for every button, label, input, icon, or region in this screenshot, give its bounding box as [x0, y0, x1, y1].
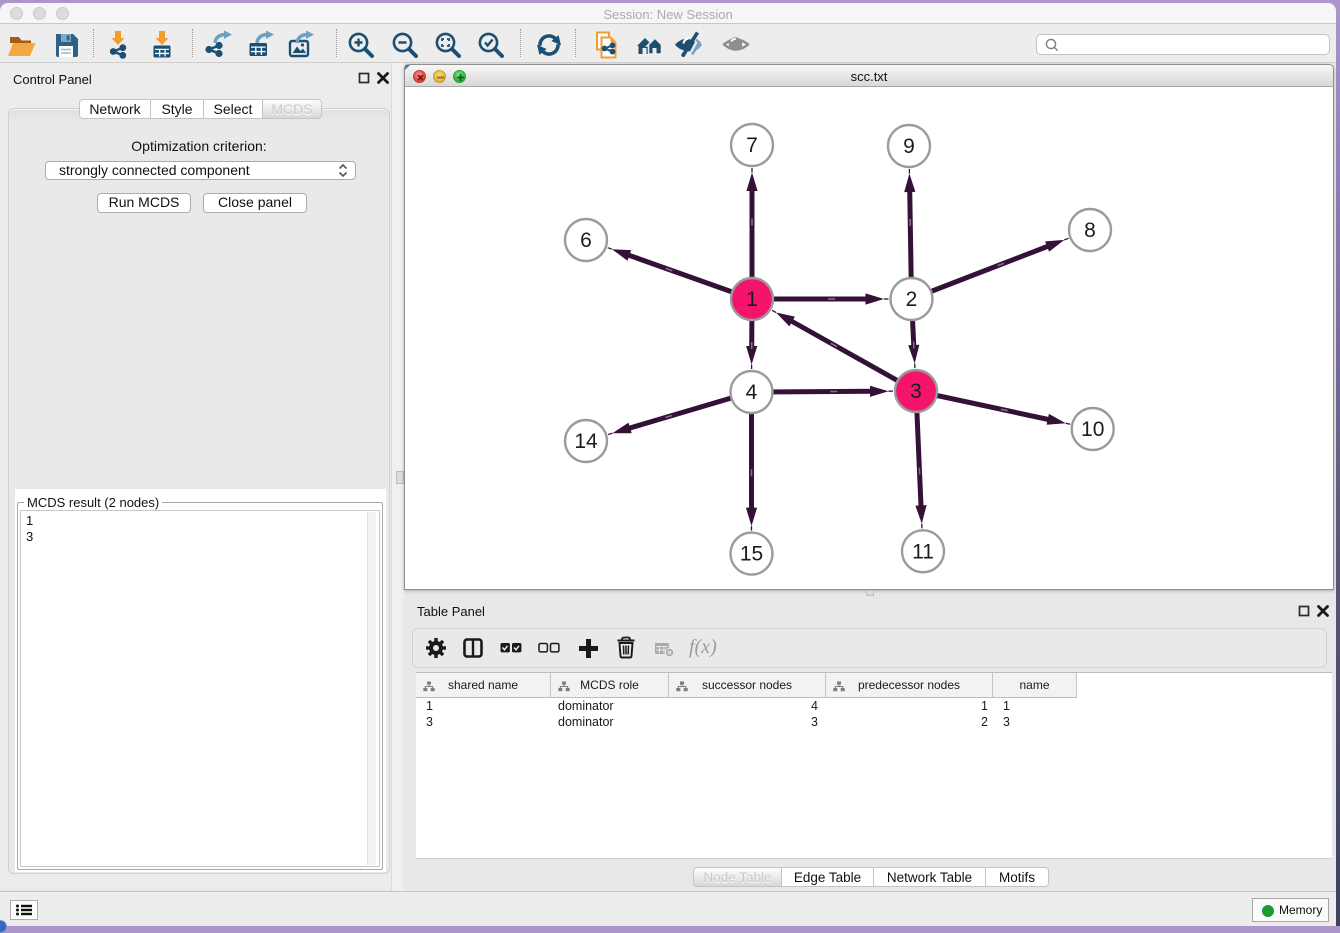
svg-text:11: 11	[912, 540, 934, 563]
svg-text:10: 10	[1081, 418, 1104, 441]
svg-text:6: 6	[580, 229, 592, 252]
svg-text:1: 1	[746, 288, 758, 311]
svg-text:3: 3	[910, 380, 922, 403]
svg-text:4: 4	[746, 381, 758, 404]
svg-text:8: 8	[1084, 219, 1096, 242]
svg-text:9: 9	[903, 135, 915, 158]
svg-text:15: 15	[740, 543, 763, 566]
svg-text:2: 2	[906, 288, 918, 311]
svg-text:7: 7	[746, 134, 758, 157]
svg-text:14: 14	[574, 430, 598, 453]
